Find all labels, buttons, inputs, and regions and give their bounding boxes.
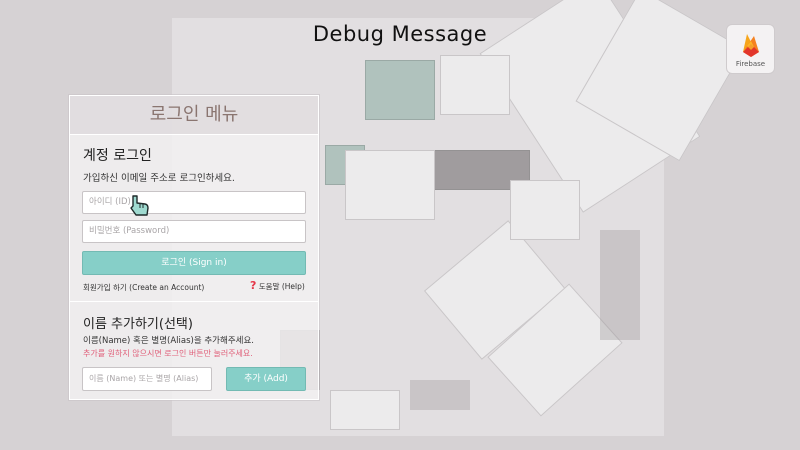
id-input[interactable]: 아이디 (ID) <box>82 191 306 214</box>
sign-in-button[interactable]: 로그인 (Sign in) <box>82 251 306 275</box>
alias-input[interactable]: 이름 (Name) 또는 별명 (Alias) <box>82 367 212 391</box>
question-mark-icon: ? <box>250 279 257 292</box>
firebase-button[interactable]: Firebase <box>726 24 775 74</box>
divider <box>70 301 318 302</box>
alias-title: 이름 추가하기(선택) <box>83 317 193 332</box>
building <box>410 380 470 410</box>
building <box>365 60 435 120</box>
account-login-title: 계정 로그인 <box>83 148 152 164</box>
hand-pointer-icon <box>130 195 149 216</box>
login-panel: 로그인 메뉴 계정 로그인 가입하신 이메일 주소로 로그인하세요. 아이디 (… <box>69 95 319 400</box>
add-alias-button[interactable]: 추가 (Add) <box>226 367 306 391</box>
firebase-flame-icon <box>743 34 759 57</box>
help-link[interactable]: ? 도움말 (Help) <box>250 279 305 292</box>
building <box>330 390 400 430</box>
panel-heading: 로그인 메뉴 <box>70 96 318 135</box>
firebase-label: Firebase <box>735 60 766 68</box>
building <box>600 230 640 340</box>
account-login-description: 가입하신 이메일 주소로 로그인하세요. <box>83 173 235 184</box>
alias-description: 이름(Name) 혹은 별명(Alias)을 추가해주세요. <box>83 336 254 346</box>
password-input[interactable]: 비밀번호 (Password) <box>82 220 306 243</box>
building <box>510 180 580 240</box>
building <box>440 55 510 115</box>
page-title: Debug Message <box>312 22 488 46</box>
help-label: 도움말 (Help) <box>258 282 305 291</box>
create-account-link[interactable]: 회원가입 하기 (Create an Account) <box>83 282 204 293</box>
building <box>345 150 435 220</box>
alias-warning: 추가를 원하지 않으시면 로그인 버튼만 눌러주세요. <box>83 349 253 358</box>
